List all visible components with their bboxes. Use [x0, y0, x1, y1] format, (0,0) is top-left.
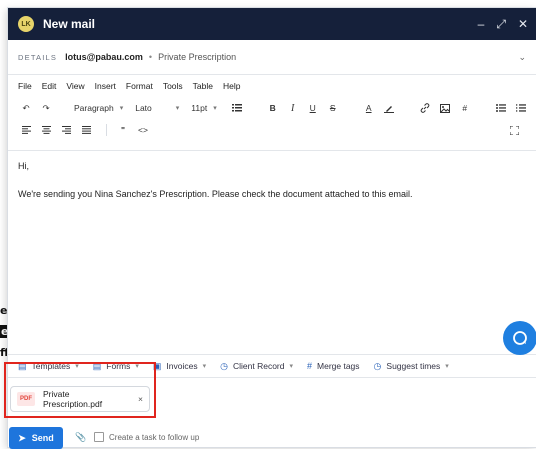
attachment-filename: Private Prescription.pdf [43, 389, 103, 409]
chevron-down-icon: ▾ [202, 363, 207, 370]
blockquote-icon[interactable]: " [115, 121, 131, 139]
strikethrough-button[interactable]: S [325, 99, 341, 117]
font-select[interactable]: Lato ▾ [135, 103, 179, 113]
chevron-down-icon: ▾ [213, 105, 217, 112]
fullscreen-icon[interactable] [506, 121, 522, 139]
subject-text: Private Prescription [158, 52, 237, 62]
chevron-down-icon: ▾ [289, 363, 293, 370]
greeting-text: Hi, [18, 161, 29, 171]
send-icon: ➤ [18, 432, 26, 443]
chevron-down-icon: ▾ [119, 105, 124, 112]
bold-button[interactable]: B [265, 99, 281, 117]
chevron-down-icon: ▾ [445, 363, 449, 370]
title-bar: LK New mail – ⤢ ✕ [8, 8, 536, 40]
paragraph-value: Paragraph [74, 103, 114, 113]
menu-edit[interactable]: Edit [42, 81, 57, 91]
menu-format[interactable]: Format [126, 81, 153, 91]
align-left-icon[interactable] [18, 121, 34, 139]
paperclip-icon[interactable]: 📎 [75, 432, 86, 443]
italic-button[interactable]: I [285, 99, 301, 117]
invoices-label: Invoices [166, 361, 198, 371]
align-right-icon[interactable] [58, 121, 74, 139]
menu-tools[interactable]: Tools [163, 81, 183, 91]
align-justify-icon[interactable] [78, 121, 94, 139]
menu-file[interactable]: File [18, 81, 32, 91]
body-text: We're sending you Nina Sanchez's Prescri… [18, 189, 413, 199]
link-icon[interactable] [417, 99, 433, 117]
menu-table[interactable]: Table [193, 81, 213, 91]
send-label: Send [31, 433, 54, 443]
paragraph-select[interactable]: Paragraph ▾ [74, 103, 123, 113]
undo-icon[interactable]: ↶ [18, 99, 34, 117]
list-icon[interactable] [229, 99, 245, 117]
chat-bubble-button[interactable] [503, 321, 536, 355]
client-record-button[interactable]: ◷ Client Record ▾ [220, 361, 293, 372]
size-value: 11pt [191, 103, 208, 113]
follow-up-label: Create a task to follow up [109, 432, 200, 442]
from-email: lotus@pabau.com [65, 52, 143, 62]
attachment-chip[interactable]: PDF Private Prescription.pdf × [10, 386, 150, 412]
details-bar[interactable]: DETAILS lotus@pabau.com • Private Prescr… [8, 40, 536, 75]
format-toolbar-row2: " <> [8, 119, 536, 141]
menu-view[interactable]: View [66, 81, 84, 91]
font-value: Lato [135, 103, 152, 113]
remove-attachment-icon[interactable]: × [138, 394, 143, 404]
clock-icon: ◷ [220, 360, 228, 371]
highlighter-icon[interactable] [381, 99, 397, 117]
client-record-label: Client Record [232, 361, 285, 371]
bullet-list-icon[interactable] [493, 99, 509, 117]
menu-bar: File Edit View Insert Format Tools Table… [8, 75, 536, 97]
underline-button[interactable]: U [305, 99, 321, 117]
close-icon[interactable]: ✕ [518, 17, 528, 32]
expand-icon[interactable]: ⤢ [496, 17, 506, 32]
numbered-list-icon[interactable] [513, 99, 529, 117]
redo-icon[interactable]: ↷ [38, 99, 54, 117]
hashtag-icon[interactable]: # [457, 99, 473, 117]
merge-tags-label: Merge tags [317, 361, 360, 371]
hashtag-icon: # [307, 361, 313, 371]
send-button[interactable]: ➤ Send [9, 427, 63, 449]
separator: • [148, 52, 153, 62]
size-select[interactable]: 11pt ▾ [191, 103, 216, 113]
menu-insert[interactable]: Insert [95, 81, 116, 91]
avatar: LK [18, 16, 34, 32]
follow-up-checkbox[interactable] [94, 432, 104, 442]
message-editor[interactable]: Hi, We're sending you Nina Sanchez's Pre… [8, 150, 536, 348]
details-label: DETAILS [18, 52, 58, 62]
window-title: New mail [43, 17, 96, 31]
follow-up-task-option[interactable]: Create a task to follow up [94, 432, 199, 442]
align-center-icon[interactable] [38, 121, 54, 139]
clock-icon: ◷ [373, 360, 382, 371]
menu-help[interactable]: Help [223, 81, 240, 91]
suggest-times-button[interactable]: ◷ Suggest times ▾ [374, 361, 449, 372]
suggest-times-label: Suggest times [386, 361, 441, 371]
chevron-down-icon[interactable]: ⌄ [518, 52, 526, 63]
pdf-icon: PDF [17, 392, 35, 406]
invoices-button[interactable]: ▣ Invoices ▾ [153, 361, 206, 372]
merge-tags-button[interactable]: # Merge tags [307, 361, 360, 371]
minimize-icon[interactable]: – [478, 17, 485, 32]
image-icon[interactable] [437, 99, 453, 117]
chevron-down-icon: ▾ [175, 105, 180, 112]
text-color-button[interactable]: A [361, 99, 377, 117]
code-icon[interactable]: <> [135, 121, 151, 139]
format-toolbar-row1: ↶ ↷ Paragraph ▾ Lato ▾ 11pt ▾ B I U S A # [8, 97, 536, 119]
